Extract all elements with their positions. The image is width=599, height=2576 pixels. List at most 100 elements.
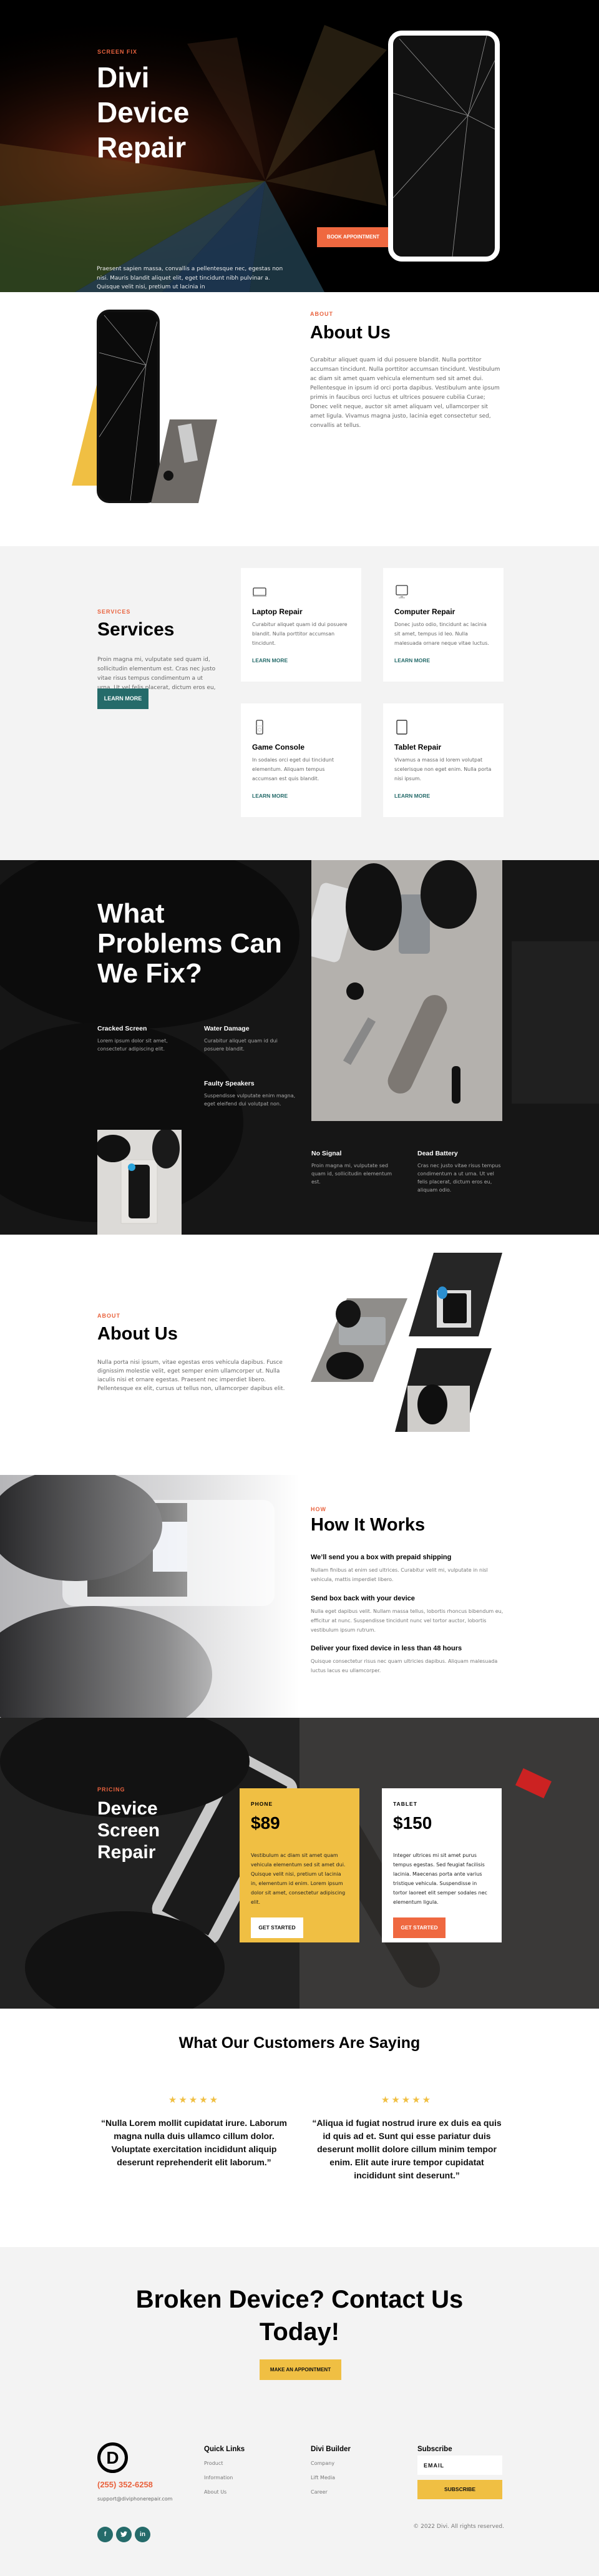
repair-photo: [151, 419, 217, 503]
about-section: ABOUT About Us Curabitur aliquet quam id…: [0, 292, 599, 546]
learn-more-link[interactable]: LEARN MORE: [394, 657, 492, 664]
learn-more-link[interactable]: LEARN MORE: [394, 793, 492, 799]
service-card-game-console: Game Console In sodales orci eget dui ti…: [241, 703, 361, 817]
services-learn-more-button[interactable]: LEARN MORE: [97, 688, 149, 709]
problems-section: What Problems Can We Fix? Cracked Screen…: [0, 860, 599, 1235]
problem-text: Cras nec justo vitae risus tempus condim…: [417, 1163, 501, 1193]
footer-link-product[interactable]: Product: [204, 2461, 245, 2466]
how-it-works-section: HOW How It Works We’ll send you a box wi…: [0, 1475, 599, 1718]
problem-title: Faulty Speakers: [204, 1080, 255, 1087]
service-card-laptop: Laptop Repair Curabitur aliquet quam id …: [241, 568, 361, 682]
service-text: In sodales orci eget dui tincidunt eleme…: [252, 757, 334, 781]
footer-link-company[interactable]: Company: [311, 2461, 351, 2466]
step-text: Nullam finibus at enim sed ultrices. Cur…: [311, 1567, 488, 1582]
pricing-card-tablet: TABLET $150 Integer ultrices mi sit amet…: [382, 1788, 502, 1942]
service-card-computer: Computer Repair Donec justo odio, tincid…: [383, 568, 504, 682]
service-title: Game Console: [252, 743, 305, 752]
footer-column-title: Subscribe: [417, 2446, 452, 2453]
how-title: How It Works: [311, 1515, 426, 1535]
service-card-tablet: Tablet Repair Vivamus a massa id lorem v…: [383, 703, 504, 817]
make-appointment-button[interactable]: MAKE AN APPOINTMENT: [260, 2359, 341, 2380]
testimonial-quote: “Aliqua id fugiat nostrud irure ex duis …: [312, 2118, 502, 2180]
problem-text: Curabitur aliquet quam id dui posuere bl…: [204, 1038, 278, 1052]
services-section: SERVICES Services Proin magna mi, vulput…: [0, 546, 599, 860]
footer-quick-links: Quick Links Product Information About Us: [204, 2446, 245, 2504]
testimonial: ★★★★★ “Nulla Lorem mollit cupidatat irur…: [97, 2094, 291, 2169]
plan-text: Vestibulum ac diam sit amet quam vehicul…: [251, 1853, 346, 1905]
footer-link-information[interactable]: Information: [204, 2475, 245, 2481]
footer-link-lift-media[interactable]: Lift Media: [311, 2475, 351, 2481]
subscribe-email-input[interactable]: [417, 2456, 502, 2475]
cta-title: Broken Device? Contact Us Today!: [135, 2286, 464, 2346]
social-links: f in: [97, 2527, 150, 2542]
linkedin-icon[interactable]: in: [135, 2527, 150, 2542]
problems-title: What Problems Can We Fix?: [97, 898, 282, 989]
about-title: About Us: [310, 323, 391, 343]
book-appointment-button[interactable]: BOOK APPOINTMENT: [317, 227, 389, 247]
problem-title: Dead Battery: [417, 1150, 458, 1157]
cracked-phone-image: [388, 31, 500, 262]
cta-footer-section: Broken Device? Contact Us Today! MAKE AN…: [0, 2247, 599, 2576]
step-item: Deliver your fixed device in less than 4…: [311, 1645, 504, 1675]
service-text: Vivamus a massa id lorem volutpat sceler…: [394, 757, 492, 781]
twitter-icon[interactable]: [116, 2527, 132, 2542]
subscribe-button[interactable]: SUBSCRIBE: [417, 2480, 502, 2499]
service-title: Computer Repair: [394, 607, 455, 616]
crack-lines: [393, 36, 495, 257]
get-started-button[interactable]: GET STARTED: [251, 1917, 303, 1938]
how-eyebrow: HOW: [311, 1506, 326, 1512]
pricing-title: Device Screen Repair: [97, 1798, 160, 1863]
service-text: Donec justo odio, tincidunt ac lacinia s…: [394, 622, 489, 646]
step-title: Deliver your fixed device in less than 4…: [311, 1645, 462, 1652]
step-text: Quisque consectetur risus nec quam ultri…: [311, 1658, 498, 1673]
problem-text: Lorem ipsum dolor sit amet, consectetur …: [97, 1038, 168, 1052]
about-eyebrow: ABOUT: [310, 311, 333, 317]
services-title: Services: [97, 619, 175, 640]
plan-text: Integer ultrices mi sit amet purus tempu…: [393, 1853, 487, 1905]
testimonial: ★★★★★ “Aliqua id fugiat nostrud irure ex…: [310, 2094, 504, 2182]
get-started-button[interactable]: GET STARTED: [393, 1917, 446, 1938]
problem-item: Water Damage Curabitur aliquet quam id du…: [204, 1025, 298, 1053]
testimonials-section: What Our Customers Are Saying ★★★★★ “Nul…: [0, 2009, 599, 2247]
testimonials-title: What Our Customers Are Saying: [178, 2034, 421, 2052]
pricing-section: PRICING Device Screen Repair PHONE $89 V…: [0, 1718, 599, 2009]
problem-title: Water Damage: [204, 1025, 250, 1032]
screen-repair-photo: [97, 1130, 182, 1235]
problem-text: Suspendisse vulputate enim magna, eget e…: [204, 1093, 296, 1107]
about-text: Curabitur aliquet quam id dui posuere bl…: [310, 357, 500, 429]
laptop-icon: [253, 587, 266, 597]
hero-text: Praesent sapien massa, convallis a pelle…: [97, 266, 283, 290]
problems-background-photo: [0, 860, 599, 1235]
pricing-eyebrow: PRICING: [97, 1786, 125, 1793]
step-item: We’ll send you a box with prepaid shippi…: [311, 1554, 504, 1584]
computer-icon: [396, 585, 408, 599]
footer-link-about-us[interactable]: About Us: [204, 2489, 245, 2495]
hero-section: SCREEN FIX Divi Device Repair Praesent s…: [0, 0, 599, 292]
footer-link-career[interactable]: Career: [311, 2489, 351, 2495]
footer-column-title: Divi Builder: [311, 2446, 351, 2453]
plan-tier: PHONE: [251, 1801, 273, 1807]
problem-title: No Signal: [311, 1150, 342, 1157]
repair-photo: [311, 1298, 407, 1382]
plan-tier: TABLET: [393, 1801, 417, 1807]
about2-title: About Us: [97, 1324, 178, 1344]
step-title: We’ll send you a box with prepaid shippi…: [311, 1554, 452, 1561]
learn-more-link[interactable]: LEARN MORE: [252, 657, 350, 664]
service-text: Curabitur aliquet quam id dui posuere bl…: [252, 622, 348, 646]
footer-column-title: Quick Links: [204, 2446, 245, 2453]
problem-item: No Signal Proin magna mi, vulputate sed q…: [311, 1150, 396, 1186]
footer-divi-builder: Divi Builder Company Lift Media Career: [311, 2446, 351, 2504]
hero-eyebrow: SCREEN FIX: [97, 49, 138, 55]
step-title: Send box back with your device: [311, 1595, 415, 1602]
hero-background: [0, 0, 599, 292]
learn-more-link[interactable]: LEARN MORE: [252, 793, 350, 799]
divi-logo[interactable]: D: [97, 2442, 128, 2473]
service-title: Tablet Repair: [394, 743, 442, 752]
facebook-icon[interactable]: f: [97, 2527, 113, 2542]
footer-phone[interactable]: (255) 352-6258: [97, 2480, 153, 2489]
hero-title: Divi Device Repair: [97, 61, 190, 164]
about-section-2: ABOUT About Us Nulla porta nisi ipsum, v…: [0, 1235, 599, 1475]
star-rating-icon: ★★★★★: [168, 2095, 220, 2105]
footer-email[interactable]: support@diviphonerepair.com: [97, 2496, 172, 2502]
problem-text: Proin magna mi, vulputate sed quam id, s…: [311, 1163, 392, 1185]
